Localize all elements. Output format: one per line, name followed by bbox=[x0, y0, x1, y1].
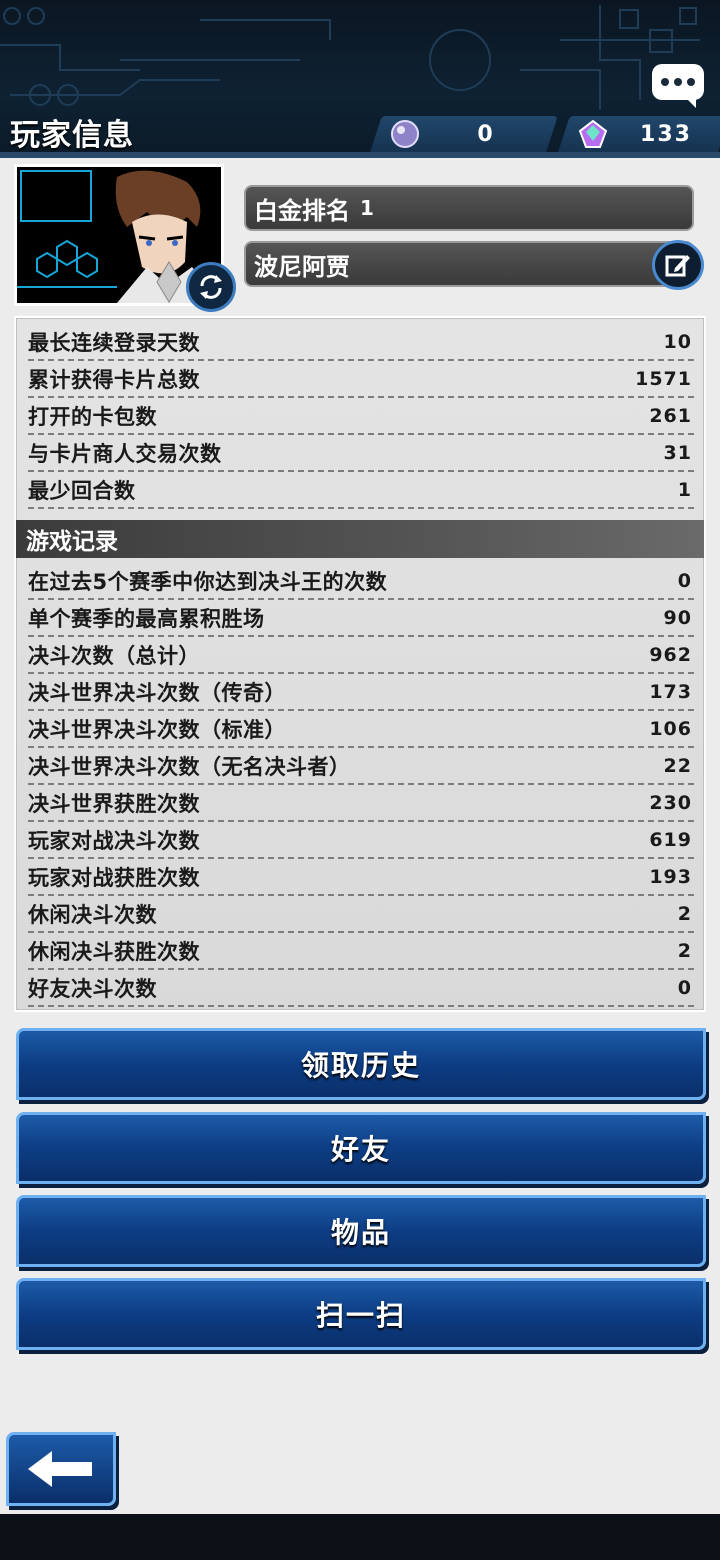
edit-icon bbox=[665, 255, 690, 277]
items-button[interactable]: 物品 bbox=[16, 1195, 706, 1267]
record-label: 休闲决斗次数 bbox=[28, 902, 157, 927]
record-value: 962 bbox=[649, 643, 692, 666]
rank-field: 白金排名 1 bbox=[244, 185, 694, 231]
stat-value: 10 bbox=[663, 330, 692, 353]
chat-icon[interactable] bbox=[652, 64, 704, 108]
record-label: 休闲决斗获胜次数 bbox=[28, 939, 200, 964]
refresh-avatar-button[interactable] bbox=[186, 262, 236, 312]
stats-panel: 最长连续登录天数 10 累计获得卡片总数 1571 打开的卡包数 261 与卡片… bbox=[14, 316, 706, 1012]
record-label: 玩家对战决斗次数 bbox=[28, 828, 200, 853]
record-row: 休闲决斗获胜次数 2 bbox=[28, 933, 694, 970]
record-label: 在过去5个赛季中你达到决斗王的次数 bbox=[28, 569, 388, 594]
rank-label: 白金排名 bbox=[254, 196, 350, 225]
record-row: 玩家对战获胜次数 193 bbox=[28, 859, 694, 896]
record-row: 单个赛季的最高累积胜场 90 bbox=[28, 600, 694, 637]
record-label: 决斗次数（总计） bbox=[28, 643, 200, 668]
record-label: 决斗世界获胜次数 bbox=[28, 791, 200, 816]
record-value: 619 bbox=[649, 828, 692, 851]
record-row: 决斗世界决斗次数（标准） 106 bbox=[28, 711, 694, 748]
record-row: 好友决斗次数 0 bbox=[28, 970, 694, 1007]
stat-label: 最长连续登录天数 bbox=[28, 330, 200, 355]
scan-button[interactable]: 扫一扫 bbox=[16, 1278, 706, 1350]
back-button[interactable] bbox=[6, 1432, 116, 1506]
record-row: 决斗世界获胜次数 230 bbox=[28, 785, 694, 822]
stat-row: 最长连续登录天数 10 bbox=[28, 324, 694, 361]
record-value: 0 bbox=[677, 569, 692, 592]
rank-value: 1 bbox=[360, 196, 374, 220]
stat-label: 与卡片商人交易次数 bbox=[28, 441, 222, 466]
rainbow-gem-icon bbox=[578, 119, 608, 148]
header-bar: 玩家信息 0 133 bbox=[0, 0, 720, 158]
edit-name-button[interactable] bbox=[652, 240, 704, 290]
record-label: 决斗世界决斗次数（无名决斗者） bbox=[28, 754, 351, 779]
back-arrow-icon bbox=[28, 1451, 92, 1487]
record-label: 决斗世界决斗次数（传奇） bbox=[28, 680, 286, 705]
currency-gems-value: 133 bbox=[640, 121, 692, 147]
record-value: 2 bbox=[677, 902, 692, 925]
record-row: 休闲决斗次数 2 bbox=[28, 896, 694, 933]
stat-value: 31 bbox=[663, 441, 692, 464]
player-name-field: 波尼阿贾 bbox=[244, 241, 694, 287]
record-value: 193 bbox=[649, 865, 692, 888]
page-title: 玩家信息 bbox=[10, 118, 134, 153]
stat-row: 打开的卡包数 261 bbox=[28, 398, 694, 435]
stat-row: 与卡片商人交易次数 31 bbox=[28, 435, 694, 472]
record-value: 0 bbox=[677, 976, 692, 999]
currency-orbs: 0 bbox=[370, 116, 558, 152]
record-label: 玩家对战获胜次数 bbox=[28, 865, 200, 890]
record-row: 决斗世界决斗次数（无名决斗者） 22 bbox=[28, 748, 694, 785]
currency-orbs-value: 0 bbox=[477, 121, 495, 147]
stat-row: 最少回合数 1 bbox=[28, 472, 694, 509]
stat-label: 累计获得卡片总数 bbox=[28, 367, 200, 392]
header-divider bbox=[0, 152, 720, 158]
record-value: 2 bbox=[677, 939, 692, 962]
footer-bar bbox=[0, 1514, 720, 1560]
record-row: 在过去5个赛季中你达到决斗王的次数 0 bbox=[28, 563, 694, 600]
record-value: 22 bbox=[663, 754, 692, 777]
stat-label: 打开的卡包数 bbox=[28, 404, 157, 429]
record-label: 好友决斗次数 bbox=[28, 976, 157, 1001]
stat-value: 261 bbox=[649, 404, 692, 427]
record-label: 决斗世界决斗次数（标准） bbox=[28, 717, 286, 742]
refresh-icon bbox=[200, 275, 222, 299]
purple-orb-icon bbox=[391, 120, 419, 148]
record-value: 106 bbox=[649, 717, 692, 740]
record-value: 230 bbox=[649, 791, 692, 814]
stat-row: 累计获得卡片总数 1571 bbox=[28, 361, 694, 398]
record-value: 90 bbox=[663, 606, 692, 629]
record-row: 玩家对战决斗次数 619 bbox=[28, 822, 694, 859]
record-label: 单个赛季的最高累积胜场 bbox=[28, 606, 265, 631]
stat-value: 1 bbox=[677, 478, 692, 501]
player-name: 波尼阿贾 bbox=[254, 252, 350, 281]
friends-button[interactable]: 好友 bbox=[16, 1112, 706, 1184]
game-record-header: 游戏记录 bbox=[16, 520, 704, 558]
claim-history-button[interactable]: 领取历史 bbox=[16, 1028, 706, 1100]
currency-gems: 133 bbox=[558, 116, 720, 152]
stat-label: 最少回合数 bbox=[28, 478, 136, 503]
record-row: 决斗世界决斗次数（传奇） 173 bbox=[28, 674, 694, 711]
record-row: 决斗次数（总计） 962 bbox=[28, 637, 694, 674]
stat-value: 1571 bbox=[635, 367, 692, 390]
record-value: 173 bbox=[649, 680, 692, 703]
